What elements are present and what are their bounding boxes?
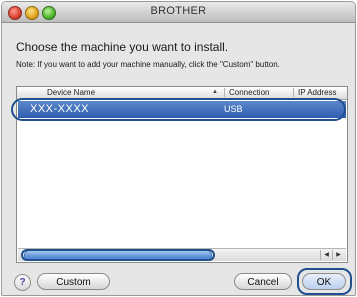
title-bar[interactable]: BROTHER <box>2 2 355 23</box>
sort-ascending-icon: ▲ <box>212 89 218 95</box>
help-button[interactable]: ? <box>14 274 31 291</box>
scroll-right-icon[interactable]: ▶ <box>332 250 344 260</box>
ok-button-highlight <box>297 268 352 295</box>
connection-cell: USB <box>224 104 243 114</box>
installer-window: BROTHER Choose the machine you want to i… <box>1 1 356 296</box>
device-name-cell: XXX-XXXX <box>30 103 90 115</box>
dialog-heading: Choose the machine you want to install. <box>16 40 229 54</box>
column-header-ip-address[interactable]: IP Address <box>293 88 352 97</box>
column-header-connection[interactable]: Connection <box>224 88 289 97</box>
table-row[interactable]: XXX-XXXX USB <box>18 101 346 118</box>
scrollbar-thumb-highlight <box>21 249 215 261</box>
column-header-device-name[interactable]: Device Name <box>47 88 197 97</box>
scroll-buttons: ◀ ▶ <box>320 250 344 260</box>
list-header: Device Name ▲ Connection IP Address <box>17 87 347 100</box>
custom-button[interactable]: Custom <box>37 273 110 290</box>
dialog-note: Note: If you want to add your machine ma… <box>16 60 280 69</box>
cancel-button[interactable]: Cancel <box>234 273 292 290</box>
horizontal-scrollbar[interactable]: ◀ ▶ <box>18 248 346 261</box>
scroll-left-icon[interactable]: ◀ <box>320 250 332 260</box>
window-title: BROTHER <box>150 5 207 17</box>
device-list[interactable]: Device Name ▲ Connection IP Address XXX-… <box>16 86 348 263</box>
